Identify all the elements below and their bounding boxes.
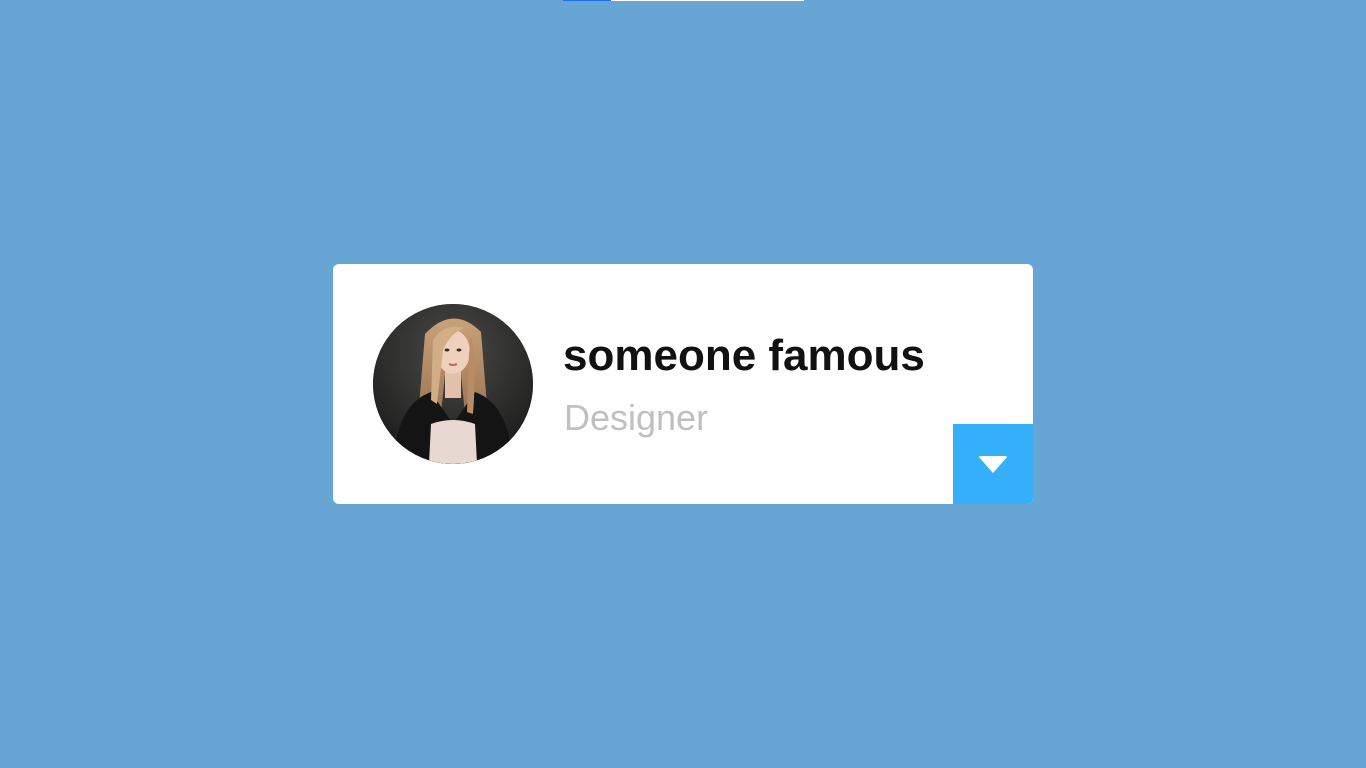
profile-name: someone famous [563,331,925,380]
top-indicator-bar [563,0,804,1]
avatar-photo [373,304,533,464]
profile-card: someone famous Designer [333,264,1033,504]
avatar [373,304,533,464]
top-indicator-track [611,0,804,1]
chevron-down-icon [978,455,1008,473]
expand-button[interactable] [953,424,1033,504]
profile-role: Designer [564,397,709,438]
top-indicator-active [563,0,611,1]
